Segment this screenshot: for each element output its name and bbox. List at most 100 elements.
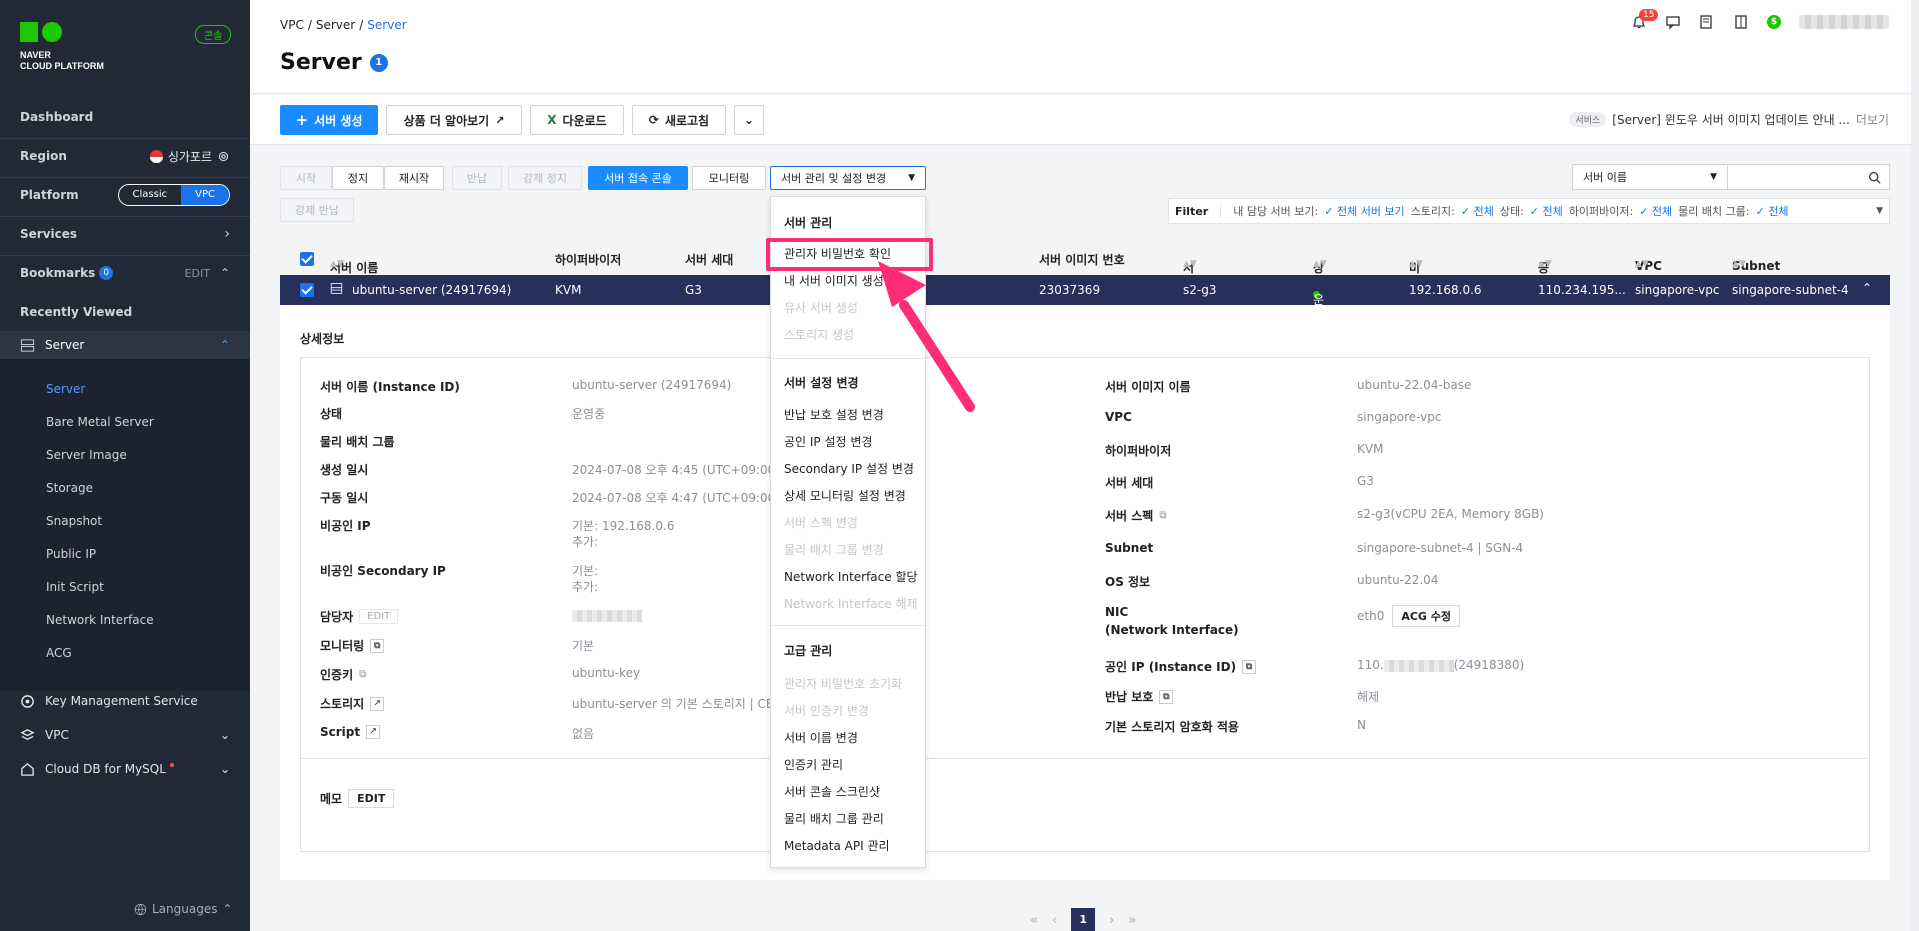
- col-image-no[interactable]: 서버 이미지 번호: [1039, 251, 1125, 268]
- sidebar-bookmarks[interactable]: Bookmarks 0 EDIT ⌃: [0, 256, 250, 290]
- breadcrumb-server[interactable]: Server: [316, 18, 355, 32]
- menu-item-console-screenshot[interactable]: 서버 콘솔 스크린샷: [784, 783, 880, 800]
- server-manage-dropdown-button[interactable]: 서버 관리 및 설정 변경 ▼: [770, 166, 926, 190]
- select-all-checkbox[interactable]: [300, 252, 314, 266]
- bell-icon[interactable]: 15: [1631, 9, 1659, 30]
- chevron-up-icon[interactable]: ⌃: [220, 266, 230, 280]
- stop-button[interactable]: 정지: [332, 166, 384, 190]
- external-link-icon[interactable]: ↗: [370, 696, 385, 711]
- book-icon[interactable]: [1733, 14, 1749, 30]
- menu-item-create-similar-server[interactable]: 유사 서버 생성: [784, 299, 858, 316]
- col-hypervisor[interactable]: 하이퍼바이저: [555, 251, 621, 268]
- menu-item-public-ip-settings[interactable]: 공인 IP 설정 변경: [784, 433, 872, 450]
- menu-item-return-protection[interactable]: 반납 보호 설정 변경: [784, 406, 884, 423]
- search-input[interactable]: [1727, 164, 1890, 190]
- more-actions-button[interactable]: ⌄: [734, 105, 764, 135]
- sidebar-dashboard[interactable]: Dashboard: [0, 100, 250, 134]
- sidebar-item-snapshot[interactable]: Snapshot: [46, 514, 102, 528]
- billing-icon[interactable]: $: [1767, 15, 1781, 29]
- first-page-icon[interactable]: «: [1030, 913, 1038, 928]
- page-scrollbar[interactable]: [1911, 0, 1919, 931]
- edit-note-icon[interactable]: [1699, 14, 1715, 30]
- create-server-button[interactable]: + 서버 생성: [280, 105, 378, 135]
- return-button[interactable]: 반납: [452, 166, 502, 190]
- sidebar-item-acg[interactable]: ACG: [46, 646, 72, 660]
- sidebar-item-public-ip[interactable]: Public IP: [46, 547, 96, 561]
- copy-icon[interactable]: ⧉: [1242, 659, 1257, 674]
- sidebar-item-network-interface[interactable]: Network Interface: [46, 613, 154, 627]
- sidebar-item-server[interactable]: Server: [46, 382, 85, 396]
- learn-more-button[interactable]: 상품 더 알아보기 ↗: [386, 105, 522, 135]
- force-stop-button[interactable]: 강제 정지: [508, 166, 582, 190]
- menu-item-metadata-api[interactable]: Metadata API 관리: [784, 837, 890, 854]
- chat-icon[interactable]: [1665, 14, 1681, 30]
- languages-button[interactable]: Languages ⌃: [134, 902, 233, 916]
- refresh-button[interactable]: ⟳ 새로고침: [632, 105, 726, 135]
- menu-item-change-spec[interactable]: 서버 스펙 변경: [784, 514, 858, 531]
- sidebar-item-key-management[interactable]: Key Management Service: [0, 686, 250, 716]
- notice-text[interactable]: [Server] 윈도우 서버 이미지 업데이트 안내 ...: [1612, 111, 1850, 128]
- platform-toggle[interactable]: Classic VPC: [117, 184, 230, 206]
- menu-item-release-network-interface[interactable]: Network Interface 해제: [784, 595, 918, 612]
- user-account-menu[interactable]: [1799, 15, 1889, 29]
- filter-placement-group[interactable]: ✓ 전체: [1756, 203, 1789, 219]
- filter-status[interactable]: ✓ 전체: [1530, 203, 1563, 219]
- menu-item-secondary-ip-settings[interactable]: Secondary IP 설정 변경: [784, 460, 914, 477]
- console-badge[interactable]: 콘솔: [195, 25, 232, 44]
- acg-edit-button[interactable]: ACG 수정: [1392, 605, 1461, 627]
- bookmarks-edit[interactable]: EDIT: [185, 267, 210, 280]
- sidebar-item-bare-metal-server[interactable]: Bare Metal Server: [46, 415, 154, 429]
- filter-storage[interactable]: ✓ 전체: [1461, 203, 1494, 219]
- restart-button[interactable]: 재시작: [384, 166, 444, 190]
- col-generation[interactable]: 서버 세대: [685, 251, 733, 268]
- menu-item-manage-auth-key[interactable]: 인증키 관리: [784, 756, 843, 773]
- memo-edit-button[interactable]: EDIT: [348, 789, 395, 808]
- sidebar-region[interactable]: Region 싱가포르: [0, 139, 250, 173]
- menu-item-create-server-image[interactable]: 내 서버 이미지 생성: [784, 272, 884, 289]
- search-icon[interactable]: [1868, 171, 1881, 184]
- chevron-down-icon[interactable]: ⌄: [220, 762, 230, 776]
- sidebar-server-group[interactable]: Server ⌃: [0, 331, 250, 359]
- sidebar-item-vpc[interactable]: VPC ⌄: [0, 720, 250, 750]
- filter-hypervisor[interactable]: ✓ 전체: [1639, 203, 1672, 219]
- gear-icon[interactable]: [217, 150, 230, 163]
- manager-edit-button[interactable]: EDIT: [359, 609, 399, 624]
- row-checkbox[interactable]: [300, 283, 314, 297]
- chevron-down-icon[interactable]: ⌄: [220, 728, 230, 742]
- menu-item-assign-network-interface[interactable]: Network Interface 할당: [784, 568, 918, 585]
- collapse-row-icon[interactable]: ⌃: [1862, 281, 1872, 295]
- filter-my-servers[interactable]: ✓ 전체 서버 보기: [1324, 203, 1404, 219]
- prev-page-icon[interactable]: ‹: [1052, 913, 1057, 928]
- copy-icon[interactable]: ⧉: [370, 638, 385, 653]
- sidebar-services[interactable]: Services ›: [0, 217, 250, 251]
- platform-vpc[interactable]: VPC: [181, 185, 229, 205]
- external-link-icon[interactable]: ↗: [366, 725, 381, 739]
- notice-more-link[interactable]: 더보기: [1856, 111, 1889, 128]
- menu-item-change-placement-group[interactable]: 물리 배치 그룹 변경: [784, 541, 884, 558]
- start-button[interactable]: 시작: [280, 166, 332, 190]
- row-server-name[interactable]: ubuntu-server (24917694): [352, 283, 511, 297]
- menu-item-manage-placement-group[interactable]: 물리 배치 그룹 관리: [784, 810, 884, 827]
- caret-down-icon[interactable]: ▼: [1876, 206, 1883, 216]
- next-page-icon[interactable]: ›: [1109, 913, 1114, 928]
- force-return-button[interactable]: 강제 반납: [280, 198, 354, 222]
- menu-item-change-auth-key[interactable]: 서버 인증키 변경: [784, 702, 869, 719]
- copy-icon[interactable]: ⧉: [359, 669, 366, 680]
- menu-item-reset-admin-password[interactable]: 관리자 비밀번호 초기화: [784, 675, 902, 692]
- sidebar-item-cloud-db-mysql[interactable]: Cloud DB for MySQL ⌄: [0, 754, 250, 784]
- server-console-button[interactable]: 서버 접속 콘솔: [588, 166, 688, 190]
- sidebar-item-storage[interactable]: Storage: [46, 481, 93, 495]
- sidebar-item-init-script[interactable]: Init Script: [46, 580, 104, 594]
- page-1[interactable]: 1: [1071, 908, 1096, 931]
- download-button[interactable]: X 다운로드: [530, 105, 624, 135]
- menu-item-detailed-monitoring[interactable]: 상세 모니터링 설정 변경: [784, 487, 906, 504]
- platform-classic[interactable]: Classic: [119, 185, 182, 205]
- service-notice[interactable]: 서비스 [Server] 윈도우 서버 이미지 업데이트 안내 ... 더보기: [1569, 111, 1889, 128]
- menu-item-create-storage[interactable]: 스토리지 생성: [784, 326, 854, 343]
- filter-label[interactable]: Filter: [1175, 204, 1222, 218]
- search-field-select[interactable]: 서버 이름 ▼: [1572, 164, 1728, 190]
- naver-cloud-logo[interactable]: NAVER CLOUD PLATFORM: [20, 22, 104, 72]
- table-row[interactable]: ubuntu-server (24917694) KVM G3 23037369…: [280, 275, 1890, 341]
- menu-item-rename-server[interactable]: 서버 이름 변경: [784, 729, 858, 746]
- copy-icon[interactable]: ⧉: [1159, 510, 1166, 521]
